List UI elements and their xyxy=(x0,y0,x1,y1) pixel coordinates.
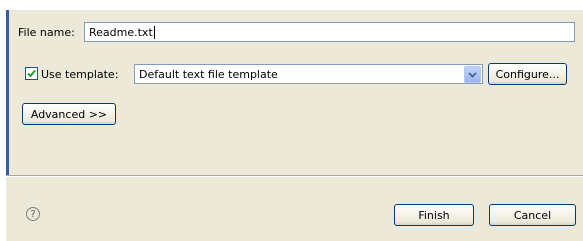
use-template-checkbox[interactable] xyxy=(25,67,38,80)
checkmark-icon xyxy=(27,69,36,78)
button-bar: ? Finish Cancel xyxy=(6,175,583,241)
file-name-input[interactable]: Readme.txt xyxy=(84,22,575,42)
cancel-button[interactable]: Cancel xyxy=(489,204,576,226)
configure-button[interactable]: Configure... xyxy=(488,63,567,85)
use-template-row: Use template: xyxy=(41,64,118,84)
advanced-button[interactable]: Advanced >> xyxy=(22,103,116,125)
dropdown-arrow-button[interactable] xyxy=(464,66,481,83)
file-name-label: File name: xyxy=(18,25,75,39)
finish-button[interactable]: Finish xyxy=(394,204,474,226)
use-template-label[interactable]: Use template: xyxy=(41,68,118,81)
file-name-value: Readme.txt xyxy=(89,25,153,39)
footer-separator xyxy=(6,175,583,177)
left-accent-bar xyxy=(6,10,9,175)
text-caret xyxy=(153,25,155,39)
template-select[interactable]: Default text file template xyxy=(134,64,483,84)
chevron-down-icon xyxy=(468,71,477,78)
dialog-content: File name: Readme.txt Use template: Defa… xyxy=(6,10,583,175)
help-icon[interactable]: ? xyxy=(26,207,40,221)
file-name-row: File name: xyxy=(18,22,75,42)
template-select-value: Default text file template xyxy=(139,67,278,81)
